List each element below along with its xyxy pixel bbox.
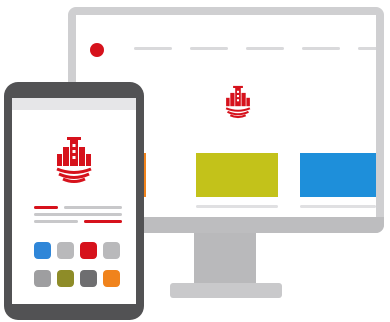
blue-block <box>300 153 376 197</box>
monitor-stand-neck <box>194 233 256 285</box>
desktop-nav-placeholder <box>134 47 376 50</box>
blue-swatch <box>34 242 51 259</box>
nav-line <box>190 47 228 50</box>
olive-block <box>196 153 278 197</box>
dark-gray-swatch <box>80 270 97 287</box>
text-line <box>34 213 122 216</box>
caption-line <box>300 205 376 208</box>
nav-line <box>302 47 340 50</box>
gray-swatch <box>34 270 51 287</box>
red-dot-icon <box>90 43 104 57</box>
olive-swatch <box>57 270 74 287</box>
text-line <box>84 220 122 223</box>
nav-line <box>134 47 172 50</box>
mobile-phone <box>4 82 144 320</box>
orange-swatch <box>103 270 120 287</box>
text-line <box>34 220 78 223</box>
red-building-logo-icon <box>225 85 251 119</box>
nav-line <box>358 47 376 50</box>
gray-swatch <box>103 242 120 259</box>
red-swatch <box>80 242 97 259</box>
red-building-logo-icon <box>56 137 92 183</box>
caption-line <box>196 205 278 208</box>
phone-top-bar <box>12 98 136 110</box>
phone-screen <box>12 98 136 304</box>
text-line <box>34 206 58 209</box>
text-line <box>64 206 122 209</box>
nav-line <box>246 47 284 50</box>
gray-swatch <box>57 242 74 259</box>
monitor-stand-base <box>170 283 282 298</box>
